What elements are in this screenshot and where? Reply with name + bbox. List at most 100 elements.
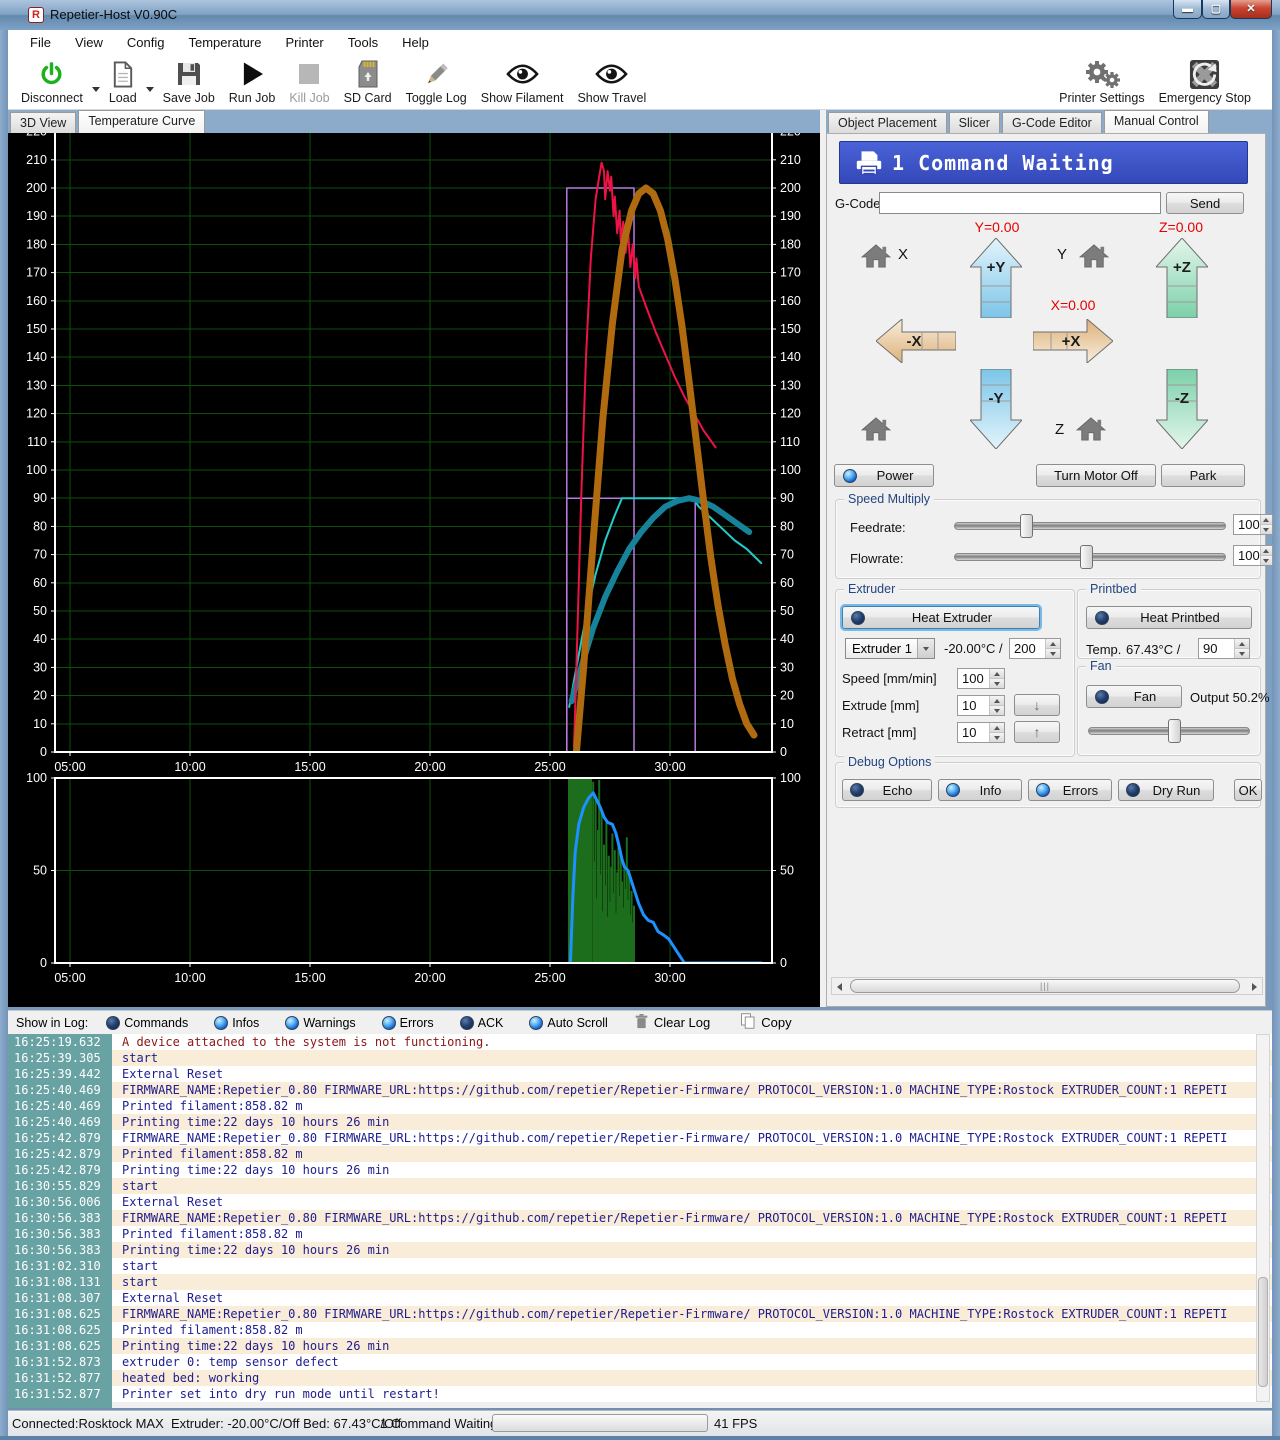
power-button[interactable]: Power bbox=[834, 464, 934, 487]
chevron-down-icon[interactable] bbox=[146, 87, 154, 92]
tab-manual-control[interactable]: Manual Control bbox=[1104, 110, 1209, 133]
debug-info-button[interactable]: Info bbox=[938, 779, 1022, 801]
toolbar-show-filament-button[interactable]: Show Filament bbox=[474, 57, 571, 107]
log-toggle-ack[interactable]: ACK bbox=[460, 1016, 504, 1030]
retract-button[interactable]: ↑ bbox=[1014, 721, 1060, 743]
menu-tools[interactable]: Tools bbox=[338, 32, 388, 53]
toolbar-run-job-button[interactable]: Run Job bbox=[222, 57, 283, 107]
extruder-speed-spinner[interactable]: 100 bbox=[957, 668, 1005, 689]
send-button[interactable]: Send bbox=[1166, 192, 1244, 214]
fan-slider[interactable] bbox=[1088, 719, 1250, 743]
toolbar-toggle-log-button[interactable]: Toggle Log bbox=[399, 57, 474, 107]
park-button[interactable]: Park bbox=[1161, 464, 1245, 487]
jog-minus-z-button[interactable]: -Z bbox=[1156, 369, 1208, 452]
extruder-select[interactable]: Extruder 1 bbox=[845, 638, 935, 659]
turn-motor-off-button[interactable]: Turn Motor Off bbox=[1036, 464, 1156, 487]
toolbar-save-job-button[interactable]: Save Job bbox=[156, 57, 222, 107]
jog-plus-y-button[interactable]: +Y bbox=[970, 238, 1022, 321]
hscrollbar-thumb[interactable]: ||| bbox=[850, 979, 1240, 993]
toolbar-emergency-stop-button[interactable]: Emergency Stop bbox=[1152, 57, 1258, 107]
extrude-down[interactable] bbox=[990, 705, 1004, 715]
flowrate-slider-thumb[interactable] bbox=[1080, 545, 1093, 569]
retract-up[interactable] bbox=[990, 723, 1004, 732]
menu-printer[interactable]: Printer bbox=[275, 32, 333, 53]
extruder-target-spinner[interactable]: 200 bbox=[1009, 638, 1061, 659]
feedrate-slider-track[interactable] bbox=[954, 522, 1226, 530]
bed-temp-up[interactable] bbox=[1235, 639, 1249, 648]
clear-log-button[interactable]: Clear Log bbox=[634, 1013, 710, 1033]
jog-plus-z-button[interactable]: +Z bbox=[1156, 238, 1208, 321]
fan-button[interactable]: Fan bbox=[1086, 685, 1182, 708]
log-list[interactable]: 16:25:19.632A device attached to the sys… bbox=[8, 1034, 1272, 1408]
ok-button[interactable]: OK bbox=[1234, 779, 1262, 801]
ext-speed-down[interactable] bbox=[990, 678, 1004, 688]
heat-printbed-button[interactable]: Heat Printbed bbox=[1086, 606, 1252, 629]
menu-help[interactable]: Help bbox=[392, 32, 439, 53]
debug-dry-run-button[interactable]: Dry Run bbox=[1118, 779, 1214, 801]
debug-echo-button[interactable]: Echo bbox=[842, 779, 932, 801]
toolbar-printer-settings-button[interactable]: Printer Settings bbox=[1052, 57, 1151, 107]
toolbar-show-travel-button[interactable]: Show Travel bbox=[570, 57, 653, 107]
tab-slicer[interactable]: Slicer bbox=[949, 112, 1000, 133]
extrude-spinner[interactable]: 10 bbox=[957, 695, 1005, 716]
feedrate-up[interactable] bbox=[1261, 515, 1272, 524]
minimize-button[interactable]: ▬ bbox=[1173, 0, 1202, 19]
ext-temp-down[interactable] bbox=[1046, 648, 1060, 658]
chevron-down-icon[interactable] bbox=[92, 87, 100, 92]
jog-minus-y-button[interactable]: -Y bbox=[970, 369, 1022, 452]
home-all-button[interactable] bbox=[861, 417, 891, 444]
log-timestamp: 16:31:08.131 bbox=[8, 1274, 112, 1290]
log-toggle-errors[interactable]: Errors bbox=[382, 1016, 434, 1030]
flowrate-down[interactable] bbox=[1261, 555, 1272, 565]
log-toggle-commands[interactable]: Commands bbox=[106, 1016, 188, 1030]
feedrate-slider[interactable] bbox=[954, 514, 1226, 538]
copy-log-button[interactable]: Copy bbox=[740, 1012, 791, 1033]
scroll-right-icon[interactable] bbox=[1252, 983, 1257, 991]
scroll-left-icon[interactable] bbox=[837, 983, 842, 991]
log-toggle-auto-scroll[interactable]: Auto Scroll bbox=[529, 1016, 607, 1030]
gcode-input[interactable] bbox=[879, 192, 1161, 214]
jog-plus-x-button[interactable]: +X bbox=[1033, 319, 1113, 366]
ext-temp-up[interactable] bbox=[1046, 639, 1060, 648]
log-toggle-warnings[interactable]: Warnings bbox=[285, 1016, 355, 1030]
flowrate-slider[interactable] bbox=[954, 545, 1226, 569]
flowrate-spinner[interactable]: 100 bbox=[1233, 545, 1273, 566]
retract-down[interactable] bbox=[990, 732, 1004, 742]
log-toggle-infos[interactable]: Infos bbox=[214, 1016, 259, 1030]
bed-temp-down[interactable] bbox=[1235, 648, 1249, 658]
tab-3d-view[interactable]: 3D View bbox=[10, 112, 76, 133]
toolbar-sd-card-button[interactable]: SD Card bbox=[337, 57, 399, 107]
feedrate-down[interactable] bbox=[1261, 524, 1272, 534]
log-scrollbar-thumb[interactable] bbox=[1258, 1277, 1268, 1387]
svg-text:90: 90 bbox=[780, 491, 794, 505]
toolbar-disconnect-button[interactable]: Disconnect bbox=[14, 57, 90, 107]
jog-minus-x-button[interactable]: -X bbox=[876, 319, 956, 366]
ext-speed-up[interactable] bbox=[990, 669, 1004, 678]
debug-errors-button[interactable]: Errors bbox=[1028, 779, 1112, 801]
home-x-button[interactable] bbox=[861, 244, 891, 271]
menu-temperature[interactable]: Temperature bbox=[178, 32, 271, 53]
fan-slider-thumb[interactable] bbox=[1168, 719, 1181, 743]
feedrate-slider-thumb[interactable] bbox=[1020, 514, 1033, 538]
tab-object-placement[interactable]: Object Placement bbox=[828, 112, 947, 133]
toolbar-load-button[interactable]: Load bbox=[102, 57, 144, 107]
tab-g-code-editor[interactable]: G-Code Editor bbox=[1002, 112, 1102, 133]
retract-spinner[interactable]: 10 bbox=[957, 722, 1005, 743]
heat-extruder-button[interactable]: Heat Extruder bbox=[842, 606, 1040, 629]
title-bar[interactable]: R Repetier-Host V0.90C ▬ ▢ ✕ bbox=[0, 0, 1280, 30]
home-y-button[interactable] bbox=[1079, 244, 1109, 271]
log-scrollbar[interactable] bbox=[1256, 1034, 1270, 1402]
close-button[interactable]: ✕ bbox=[1230, 0, 1272, 19]
extrude-up[interactable] bbox=[990, 696, 1004, 705]
menu-file[interactable]: File bbox=[20, 32, 61, 53]
home-z-button[interactable] bbox=[1076, 417, 1106, 444]
extrude-button[interactable]: ↓ bbox=[1014, 694, 1060, 716]
manual-control-hscrollbar[interactable]: ||| bbox=[831, 977, 1263, 995]
menu-view[interactable]: View bbox=[65, 32, 113, 53]
flowrate-up[interactable] bbox=[1261, 546, 1272, 555]
printbed-target-spinner[interactable]: 90 bbox=[1198, 638, 1250, 659]
tab-temperature-curve[interactable]: Temperature Curve bbox=[78, 110, 205, 133]
maximize-button[interactable]: ▢ bbox=[1202, 0, 1230, 19]
feedrate-spinner[interactable]: 100 bbox=[1233, 514, 1273, 535]
menu-config[interactable]: Config bbox=[117, 32, 175, 53]
